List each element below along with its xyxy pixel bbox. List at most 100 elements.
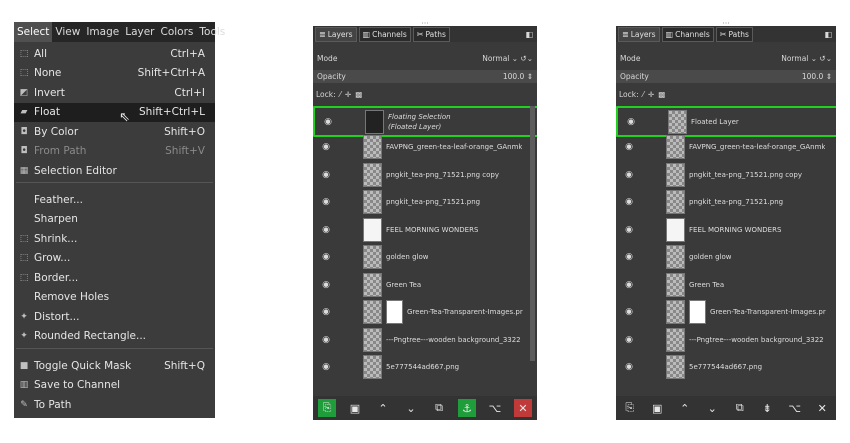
- layer-name[interactable]: Green-Tea-Transparent-Images.pr: [710, 308, 826, 316]
- mask-icon[interactable]: ⌥: [786, 399, 804, 417]
- layer-row[interactable]: ◉ ---Pngtree---wooden background_3322: [313, 326, 537, 353]
- visibility-eye-icon[interactable]: ◉: [622, 225, 636, 235]
- menu-item-toggle-quick-mask[interactable]: ■ Toggle Quick Mask Shift+Q: [14, 356, 215, 376]
- raise-icon[interactable]: ⌃: [374, 399, 392, 417]
- tab-channels[interactable]: ▥ Channels: [358, 26, 411, 42]
- new-layer-icon[interactable]: ⎘: [318, 399, 336, 417]
- panel-menu-icon[interactable]: ◧: [824, 30, 832, 39]
- layer-row[interactable]: ◉ Green Tea: [616, 271, 836, 298]
- lower-icon[interactable]: ⌄: [703, 399, 721, 417]
- menu-item-all[interactable]: ⬚ All Ctrl+A: [14, 44, 215, 64]
- mask-icon[interactable]: ⌥: [486, 399, 504, 417]
- layer-row[interactable]: ◉ Floated Layer: [616, 106, 836, 137]
- visibility-eye-icon[interactable]: ◉: [622, 142, 636, 152]
- tab-paths[interactable]: ✂ Paths: [412, 26, 450, 42]
- new-group-icon[interactable]: ▣: [648, 399, 666, 417]
- lock-position-icon[interactable]: ✛: [648, 90, 654, 99]
- visibility-eye-icon[interactable]: ◉: [319, 170, 333, 180]
- menu-item-grow[interactable]: ⬚ Grow...: [14, 249, 215, 269]
- layer-name[interactable]: Green Tea: [386, 281, 421, 289]
- layer-row[interactable]: ◉ FAVPNG_green-tea-leaf-orange_GAnmk: [313, 134, 537, 161]
- menu-item-save-to-channel[interactable]: ▥ Save to Channel: [14, 376, 215, 396]
- visibility-eye-icon[interactable]: ◉: [321, 117, 335, 127]
- layer-name[interactable]: FEEL MORNING WONDERS: [386, 226, 478, 234]
- menu-layer[interactable]: Layer: [122, 22, 157, 42]
- layer-name[interactable]: Green Tea: [689, 281, 724, 289]
- layer-name[interactable]: ---Pngtree---wooden background_3322: [386, 336, 521, 344]
- layer-row[interactable]: ◉ FEEL MORNING WONDERS: [616, 216, 836, 243]
- layer-row[interactable]: ◉ ---Pngtree---wooden background_3322: [616, 326, 836, 353]
- menu-item-sharpen[interactable]: Sharpen: [14, 210, 215, 230]
- mode-select[interactable]: Normal ⌄ ↺⌄: [482, 54, 533, 63]
- visibility-eye-icon[interactable]: ◉: [624, 117, 638, 127]
- delete-icon[interactable]: ✕: [514, 399, 532, 417]
- tab-layers[interactable]: ≣ Layers: [315, 26, 357, 42]
- visibility-eye-icon[interactable]: ◉: [622, 280, 636, 290]
- menu-view[interactable]: View: [52, 22, 83, 42]
- layer-row[interactable]: ◉ Floating Selection (Floated Layer): [313, 106, 537, 137]
- visibility-eye-icon[interactable]: ◉: [622, 307, 636, 317]
- visibility-eye-icon[interactable]: ◉: [319, 307, 333, 317]
- layer-name[interactable]: FAVPNG_green-tea-leaf-orange_GAnmk: [689, 143, 825, 151]
- tab-channels[interactable]: ▥ Channels: [661, 26, 714, 42]
- visibility-eye-icon[interactable]: ◉: [622, 252, 636, 262]
- layer-name[interactable]: FEEL MORNING WONDERS: [689, 226, 781, 234]
- visibility-eye-icon[interactable]: ◉: [319, 197, 333, 207]
- lower-icon[interactable]: ⌄: [402, 399, 420, 417]
- mode-select[interactable]: Normal ⌄ ↺⌄: [781, 54, 832, 63]
- layer-row[interactable]: ◉ pngkit_tea-png_71521.png: [616, 189, 836, 216]
- lock-pixels-icon[interactable]: ⁄: [643, 90, 644, 99]
- layer-name[interactable]: ---Pngtree---wooden background_3322: [689, 336, 824, 344]
- layer-name[interactable]: Floating Selection (Floated Layer): [388, 112, 451, 132]
- opacity-value[interactable]: 100.0 ⇕: [503, 72, 533, 81]
- menu-item-by-color[interactable]: ◘ By Color Shift+O: [14, 122, 215, 142]
- layer-row[interactable]: ◉ 5e777544ad667.png: [313, 354, 537, 381]
- menu-item-distort[interactable]: ✦ Distort...: [14, 307, 215, 327]
- layer-name[interactable]: Floated Layer: [691, 118, 739, 126]
- menu-image[interactable]: Image: [83, 22, 122, 42]
- menu-item-border[interactable]: ⬚ Border...: [14, 268, 215, 288]
- menu-select[interactable]: Select: [14, 22, 53, 42]
- layer-row[interactable]: ◉ golden glow: [616, 244, 836, 271]
- layer-row[interactable]: ◉ FAVPNG_green-tea-leaf-orange_GAnmk: [616, 134, 836, 161]
- menu-colors[interactable]: Colors: [158, 22, 197, 42]
- layer-row[interactable]: ◉ 5e777544ad667.png: [616, 354, 836, 381]
- new-group-icon[interactable]: ▣: [346, 399, 364, 417]
- new-layer-icon[interactable]: ⎘: [621, 399, 639, 417]
- visibility-eye-icon[interactable]: ◉: [622, 362, 636, 372]
- layer-name[interactable]: pngkit_tea-png_71521.png copy: [386, 171, 499, 179]
- menu-item-remove-holes[interactable]: Remove Holes: [14, 288, 215, 308]
- scrollbar[interactable]: [530, 106, 535, 361]
- menu-item-to-path[interactable]: ✎ To Path: [14, 395, 215, 415]
- visibility-eye-icon[interactable]: ◉: [319, 335, 333, 345]
- merge-icon[interactable]: ⇟: [758, 399, 776, 417]
- menu-item-from-path[interactable]: ◘ From Path Shift+V: [14, 142, 215, 162]
- delete-icon[interactable]: ✕: [813, 399, 831, 417]
- opacity-slider[interactable]: Opacity 100.0 ⇕: [616, 70, 836, 83]
- layer-name[interactable]: Green-Tea-Transparent-Images.pr: [407, 308, 523, 316]
- menu-tools[interactable]: Tools: [196, 22, 228, 42]
- lock-pixels-icon[interactable]: ⁄: [340, 90, 341, 99]
- menu-item-selection-editor[interactable]: ▦ Selection Editor: [14, 161, 215, 181]
- opacity-value[interactable]: 100.0 ⇕: [802, 72, 832, 81]
- layer-name[interactable]: FAVPNG_green-tea-leaf-orange_GAnmk: [386, 143, 522, 151]
- layer-name[interactable]: golden glow: [689, 253, 731, 261]
- visibility-eye-icon[interactable]: ◉: [319, 280, 333, 290]
- visibility-eye-icon[interactable]: ◉: [319, 225, 333, 235]
- lock-alpha-icon[interactable]: ▩: [355, 90, 362, 99]
- menu-item-none[interactable]: ⬚ None Shift+Ctrl+A: [14, 64, 215, 84]
- duplicate-icon[interactable]: ⧉: [731, 399, 749, 417]
- visibility-eye-icon[interactable]: ◉: [622, 197, 636, 207]
- layer-row[interactable]: ◉ pngkit_tea-png_71521.png: [313, 189, 537, 216]
- menu-item-shrink[interactable]: ⬚ Shrink...: [14, 229, 215, 249]
- layer-row[interactable]: ◉ FEEL MORNING WONDERS: [313, 216, 537, 243]
- menu-item-float[interactable]: ▰ Float Shift+Ctrl+L: [14, 102, 215, 122]
- visibility-eye-icon[interactable]: ◉: [319, 142, 333, 152]
- visibility-eye-icon[interactable]: ◉: [319, 362, 333, 372]
- visibility-eye-icon[interactable]: ◉: [622, 335, 636, 345]
- opacity-slider[interactable]: Opacity 100.0 ⇕: [313, 70, 537, 83]
- raise-icon[interactable]: ⌃: [676, 399, 694, 417]
- layer-row[interactable]: ◉ Green Tea: [313, 271, 537, 298]
- layer-name[interactable]: 5e777544ad667.png: [689, 363, 762, 371]
- tab-layers[interactable]: ≣ Layers: [618, 26, 660, 42]
